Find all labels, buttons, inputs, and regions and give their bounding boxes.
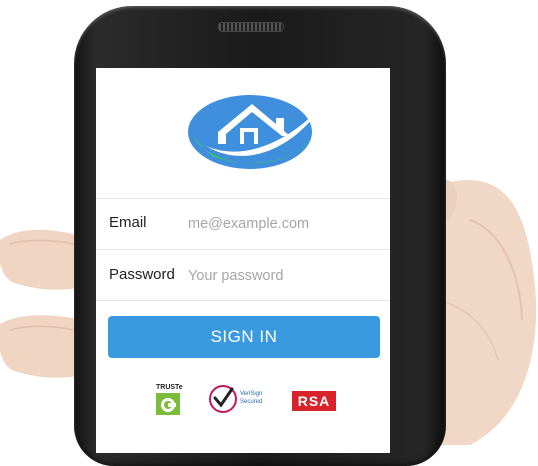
- verisign-line1: VeriSign: [240, 391, 263, 397]
- login-screen: Email Password SIGN IN TRUSTe VeriSign S…: [96, 68, 390, 453]
- verisign-line2: Secured: [240, 399, 263, 405]
- password-label: Password: [109, 266, 175, 283]
- truste-label: TRUSTe: [156, 384, 183, 391]
- house-swoosh-logo-icon: [188, 95, 322, 169]
- email-label: Email: [109, 214, 147, 231]
- divider-middle: [96, 249, 390, 250]
- rsa-logo: RSA: [292, 391, 336, 411]
- password-field[interactable]: [188, 264, 378, 288]
- truste-badge-icon: [156, 393, 180, 415]
- sign-in-button[interactable]: SIGN IN: [108, 316, 380, 358]
- divider-top: [96, 198, 390, 199]
- earpiece-speaker: [218, 22, 284, 32]
- email-field[interactable]: [188, 212, 378, 236]
- divider-bottom: [96, 300, 390, 301]
- verisign-check-icon: [209, 385, 237, 413]
